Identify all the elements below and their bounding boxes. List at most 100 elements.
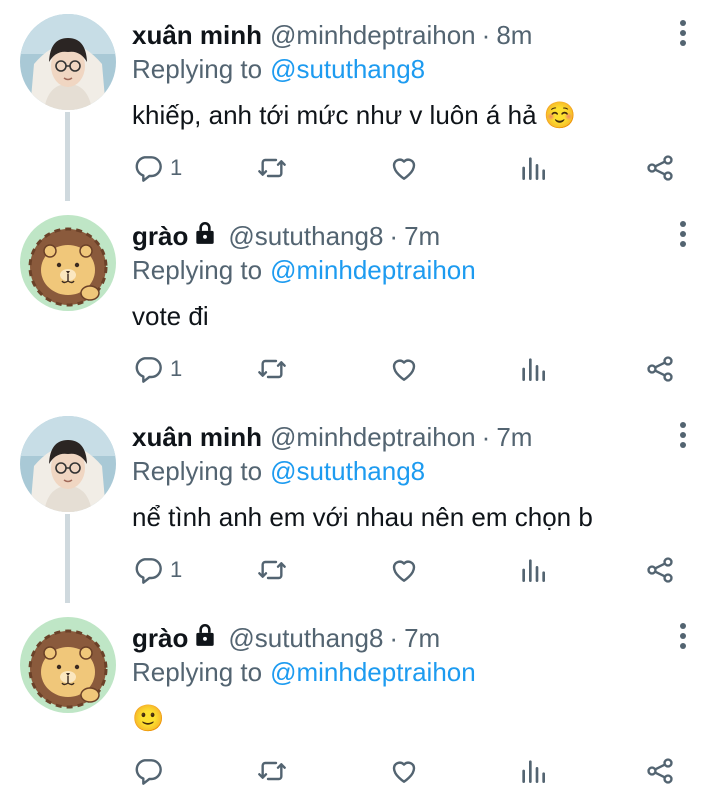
share-button[interactable] xyxy=(644,148,676,188)
share-button[interactable] xyxy=(644,550,676,590)
lock-icon xyxy=(192,622,218,655)
tweet-text: 🙂 xyxy=(132,703,165,733)
heart-icon xyxy=(392,761,416,783)
tweet-header: grào @sututhang8 · 7m xyxy=(132,621,680,655)
lock-icon xyxy=(192,220,218,253)
avatar[interactable] xyxy=(20,215,116,311)
views-button[interactable] xyxy=(517,751,549,791)
replying-label: Replying to xyxy=(132,656,263,687)
tweet-text: vote đi xyxy=(132,301,209,331)
retweet-button[interactable] xyxy=(256,148,288,188)
replying-label: Replying to xyxy=(132,455,263,486)
retweet-button[interactable] xyxy=(256,349,288,389)
lion-avatar-icon xyxy=(20,215,116,311)
like-button[interactable] xyxy=(388,349,420,389)
thread-connector xyxy=(65,112,70,201)
more-options-icon[interactable] xyxy=(676,422,690,452)
more-options-icon[interactable] xyxy=(676,20,690,50)
like-button[interactable] xyxy=(388,550,420,590)
share-button[interactable] xyxy=(644,349,676,389)
replying-to-line: Replying to @sututhang8 xyxy=(132,454,680,488)
share-icon xyxy=(647,557,673,583)
separator-dot: · xyxy=(389,622,399,653)
reply-button[interactable]: 1 xyxy=(132,349,182,389)
retweet-icon xyxy=(258,359,286,379)
share-icon xyxy=(647,758,673,784)
tweet-time[interactable]: 7m xyxy=(404,221,440,252)
reply-button[interactable] xyxy=(132,751,170,791)
tweet-actions: 1 xyxy=(132,550,692,590)
tweet-actions: 1 xyxy=(132,349,692,389)
more-options-icon[interactable] xyxy=(676,623,690,653)
tweet-actions xyxy=(132,751,692,791)
share-icon xyxy=(647,356,673,382)
replying-to-line: Replying to @minhdeptraihon xyxy=(132,253,680,287)
replying-to-line: Replying to @sututhang8 xyxy=(132,52,680,86)
heart-icon xyxy=(392,560,416,582)
retweet-icon xyxy=(258,761,286,781)
reply-count: 1 xyxy=(170,356,183,381)
reply-icon xyxy=(135,357,162,383)
tweet[interactable]: grào @sututhang8 · 7m Replying to @minhd… xyxy=(0,201,720,402)
tweet-text: khiếp, anh tới mức như v luôn á hả ☺️ xyxy=(132,100,577,130)
tweet-time[interactable]: 8m xyxy=(496,20,532,51)
stats-icon xyxy=(522,358,545,381)
views-button[interactable] xyxy=(517,550,549,590)
like-button[interactable] xyxy=(388,148,420,188)
avatar[interactable] xyxy=(20,14,116,110)
tweet-content: xuân minh @minhdeptraihon · 7m Replying … xyxy=(132,420,680,534)
avatar[interactable] xyxy=(20,617,116,713)
tweet-content: grào @sututhang8 · 7m Replying to @minhd… xyxy=(132,621,680,735)
tweet[interactable]: grào @sututhang8 · 7m Replying to @minhd… xyxy=(0,603,720,793)
tweet-time[interactable]: 7m xyxy=(496,422,532,453)
replying-to-link[interactable]: @minhdeptraihon xyxy=(270,255,476,286)
retweet-button[interactable] xyxy=(256,751,288,791)
reply-button[interactable]: 1 xyxy=(132,148,182,188)
retweet-icon xyxy=(258,560,286,580)
avatar[interactable] xyxy=(20,416,116,512)
share-icon xyxy=(647,155,673,181)
views-button[interactable] xyxy=(517,349,549,389)
replying-label: Replying to xyxy=(132,254,263,285)
replying-label: Replying to xyxy=(132,53,263,84)
heart-icon xyxy=(392,359,416,381)
reply-button[interactable]: 1 xyxy=(132,550,182,590)
retweet-button[interactable] xyxy=(256,550,288,590)
stats-icon xyxy=(522,760,545,783)
user-handle[interactable]: @minhdeptraihon xyxy=(270,20,476,51)
tweet-header: xuân minh @minhdeptraihon · 8m xyxy=(132,18,680,52)
tweet-thread: xuân minh @minhdeptraihon · 8m Replying … xyxy=(0,0,720,793)
separator-dot: · xyxy=(389,220,399,251)
tweet-content: grào @sututhang8 · 7m Replying to @minhd… xyxy=(132,219,680,333)
display-name[interactable]: grào xyxy=(132,623,188,654)
user-handle[interactable]: @minhdeptraihon xyxy=(270,422,476,453)
display-name[interactable]: xuân minh xyxy=(132,422,262,453)
tweet-header: grào @sututhang8 · 7m xyxy=(132,219,680,253)
views-button[interactable] xyxy=(517,148,549,188)
user-handle[interactable]: @sututhang8 xyxy=(228,221,383,252)
like-button[interactable] xyxy=(388,751,420,791)
lion-avatar-icon xyxy=(20,617,116,713)
reply-count: 1 xyxy=(170,557,183,582)
share-button[interactable] xyxy=(644,751,676,791)
tweet[interactable]: xuân minh @minhdeptraihon · 8m Replying … xyxy=(0,0,720,201)
stats-icon xyxy=(522,157,545,180)
stats-icon xyxy=(522,559,545,582)
more-options-icon[interactable] xyxy=(676,221,690,251)
display-name[interactable]: grào xyxy=(132,221,188,252)
tweet-text: nể tình anh em với nhau nên em chọn b xyxy=(132,502,593,532)
replying-to-link[interactable]: @sututhang8 xyxy=(270,456,425,487)
tweet-time[interactable]: 7m xyxy=(404,623,440,654)
reply-icon xyxy=(135,156,162,182)
retweet-icon xyxy=(258,158,286,178)
person-avatar-icon xyxy=(20,416,116,512)
replying-to-link[interactable]: @minhdeptraihon xyxy=(270,657,476,688)
reply-count: 1 xyxy=(170,155,183,180)
tweet-actions: 1 xyxy=(132,148,692,188)
separator-dot: · xyxy=(481,421,491,452)
user-handle[interactable]: @sututhang8 xyxy=(228,623,383,654)
replying-to-line: Replying to @minhdeptraihon xyxy=(132,655,680,689)
replying-to-link[interactable]: @sututhang8 xyxy=(270,54,425,85)
tweet[interactable]: xuân minh @minhdeptraihon · 7m Replying … xyxy=(0,402,720,603)
display-name[interactable]: xuân minh xyxy=(132,20,262,51)
